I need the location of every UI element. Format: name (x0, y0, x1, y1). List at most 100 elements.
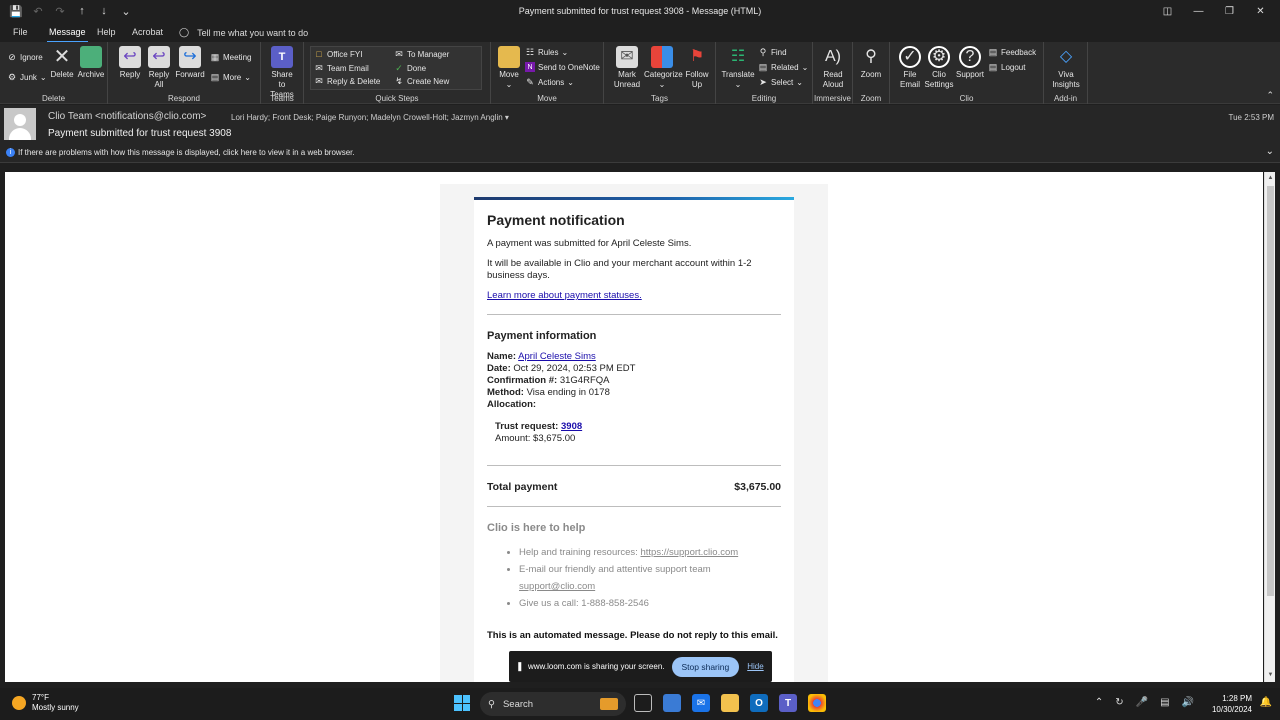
restore-button[interactable]: ❐ (1214, 2, 1245, 20)
tab-acrobat[interactable]: Acrobat (132, 27, 163, 37)
tab-help[interactable]: Help (97, 27, 116, 37)
zoom-button[interactable]: ⚲ Zoom (856, 46, 886, 80)
ribbon-display-icon[interactable]: ◫ (1152, 2, 1183, 20)
reply-all-button[interactable]: ↩ Reply All (144, 46, 174, 90)
share-message: www.loom.com is sharing your screen. (528, 662, 665, 671)
scroll-thumb[interactable] (1267, 186, 1274, 596)
more-respond-button[interactable]: ▤ More ⌄ (210, 72, 251, 82)
group-quick-steps: □ Office FYI ✉ To Manager ✉ Team Email ✓ Don… (304, 42, 491, 104)
forward-button[interactable]: ↪ Forward (175, 46, 205, 80)
scrollbar[interactable]: ▲ ▼ (1264, 172, 1275, 682)
info-bar-text[interactable]: If there are problems with how this mess… (18, 148, 355, 157)
translate-button[interactable]: ☷ Translate ⌄ (721, 46, 755, 90)
weather-widget[interactable]: 77°F Mostly sunny (12, 693, 79, 713)
tab-file[interactable]: File (13, 27, 28, 37)
find-button[interactable]: ⚲ Find (758, 47, 787, 57)
check-icon: ✓ (395, 62, 403, 73)
drag-handle-icon[interactable]: ❚ (516, 661, 524, 672)
related-button[interactable]: ▤ Related ⌄ (758, 62, 809, 72)
rules-button[interactable]: ☷ Rules ⌄ (525, 47, 568, 57)
select-button[interactable]: ➤ Select ⌄ (758, 77, 803, 87)
support-button[interactable]: ? Support (955, 46, 985, 80)
logout-button[interactable]: ▤ Logout (988, 62, 1026, 72)
viva-insights-button[interactable]: ◇ Viva Insights (1051, 46, 1081, 90)
archive-button[interactable]: Archive (76, 46, 106, 80)
clock-time: 1:28 PM (1222, 694, 1252, 703)
read-aloud-button[interactable]: A) Read Aloud (818, 46, 848, 90)
collapse-ribbon-icon[interactable]: ⌃ (1266, 90, 1274, 101)
group-label: Add-in (1053, 94, 1078, 103)
mail-icon[interactable]: ✉ (692, 694, 710, 712)
notification-bell-icon[interactable]: 🔔 (1260, 697, 1272, 708)
temperature: 77°F (32, 693, 49, 702)
chevron-up-icon[interactable]: ⌃ (1095, 697, 1103, 708)
group-move: Move ⌄ ☷ Rules ⌄ N Send to OneNote ✎ Actions ⌄… (491, 42, 604, 104)
learn-more-link[interactable]: Learn more about payment statuses. (487, 290, 642, 301)
follow-up-button[interactable]: ⚑ Follow Up (682, 46, 712, 90)
window-title: Payment submitted for trust request 3908… (518, 6, 762, 16)
minimize-button[interactable]: — (1183, 2, 1214, 20)
junk-button[interactable]: ⚙ Junk ⌄ (7, 72, 47, 82)
sender-avatar (4, 108, 36, 140)
mark-unread-button[interactable]: ✉ Mark Unread (612, 46, 642, 90)
reply-button[interactable]: ↩ Reply (115, 46, 145, 80)
actions-button[interactable]: ✎ Actions ⌄ (525, 77, 574, 87)
tab-message[interactable]: Message (47, 27, 88, 43)
help-item: E-mail our friendly and attentive suppor… (519, 561, 781, 595)
ignore-button[interactable]: ⊘ Ignore (7, 52, 42, 62)
chrome-icon[interactable] (808, 694, 826, 712)
clock[interactable]: 1:28 PM 10/30/2024 (1212, 693, 1252, 715)
group-clio: ✓ File Email ⚙ Clio Settings ? Support ▤ Feedb… (890, 42, 1044, 104)
support-email-link[interactable]: support@clio.com (519, 581, 595, 592)
file-explorer-icon[interactable] (721, 694, 739, 712)
outlook-icon[interactable]: O (750, 694, 768, 712)
support-site-link[interactable]: https://support.clio.com (640, 547, 738, 558)
read-aloud-icon: A) (825, 48, 841, 65)
file-email-button[interactable]: ✓ File Email (895, 46, 925, 90)
close-button[interactable]: ✕ (1245, 2, 1276, 20)
microphone-icon[interactable]: 🎤 (1136, 697, 1148, 708)
taskbar-search[interactable]: ⚲ Search (480, 692, 626, 716)
payment-info-heading: Payment information (487, 330, 597, 342)
chevron-down-icon[interactable]: ⌄ (1266, 146, 1274, 157)
group-label: Editing (751, 94, 777, 103)
clio-settings-button[interactable]: ⚙ Clio Settings (924, 46, 954, 90)
rules-icon: ☷ (525, 46, 535, 57)
group-editing: ☷ Translate ⌄ ⚲ Find ▤ Related ⌄ ➤ Select ⌄ Edi… (716, 42, 813, 104)
hide-link[interactable]: Hide (747, 662, 763, 671)
quick-step-done[interactable]: ✓ Done (394, 63, 426, 73)
send-to-onenote-button[interactable]: N Send to OneNote (525, 62, 600, 72)
display-icon[interactable]: ▤ (1160, 697, 1169, 708)
move-button[interactable]: Move ⌄ (494, 46, 524, 90)
volume-icon[interactable]: 🔊 (1182, 697, 1194, 708)
stop-sharing-button[interactable]: Stop sharing (671, 656, 740, 677)
info-bar[interactable]: i If there are problems with how this me… (0, 143, 1280, 163)
store-icon[interactable] (663, 694, 681, 712)
scroll-up-icon[interactable]: ▲ (1266, 174, 1275, 183)
trust-request-link[interactable]: 3908 (561, 421, 582, 432)
quick-step-reply-delete[interactable]: ✉ Reply & Delete (314, 76, 380, 86)
categorize-button[interactable]: Categorize ⌄ (644, 46, 683, 90)
teams-taskbar-icon[interactable]: T (779, 694, 797, 712)
quick-step-create-new[interactable]: ↯ Create New (394, 76, 449, 86)
quick-step-team-email[interactable]: ✉ Team Email (314, 63, 369, 73)
tell-me-box[interactable]: ◯ Tell me what you want to do (179, 27, 308, 38)
feedback-button[interactable]: ▤ Feedback (988, 47, 1036, 57)
magnifier-icon: ⚲ (865, 48, 877, 65)
quick-step-to-manager[interactable]: ✉ To Manager (394, 49, 449, 59)
share-to-teams-button[interactable]: T Share to Teams (267, 46, 297, 100)
group-immersive: A) Read Aloud Immersive (813, 42, 853, 104)
scroll-down-icon[interactable]: ▼ (1266, 671, 1275, 680)
expand-recipients-icon[interactable]: ▾ (505, 113, 509, 122)
client-name-link[interactable]: April Celeste Sims (518, 351, 596, 362)
sender[interactable]: Clio Team <notifications@clio.com> (48, 111, 206, 122)
sync-icon[interactable]: ↻ (1115, 697, 1123, 708)
task-view-icon[interactable] (634, 694, 652, 712)
start-button[interactable] (454, 695, 470, 711)
delete-button[interactable]: ✕ Delete (47, 46, 77, 80)
group-label: Teams (270, 94, 294, 103)
reply-delete-icon: ✉ (315, 75, 323, 86)
recipients[interactable]: Lori Hardy; Front Desk; Paige Runyon; Ma… (231, 113, 509, 122)
meeting-button[interactable]: ▦ Meeting (210, 52, 252, 62)
quick-step-office-fyi[interactable]: □ Office FYI (314, 49, 362, 59)
